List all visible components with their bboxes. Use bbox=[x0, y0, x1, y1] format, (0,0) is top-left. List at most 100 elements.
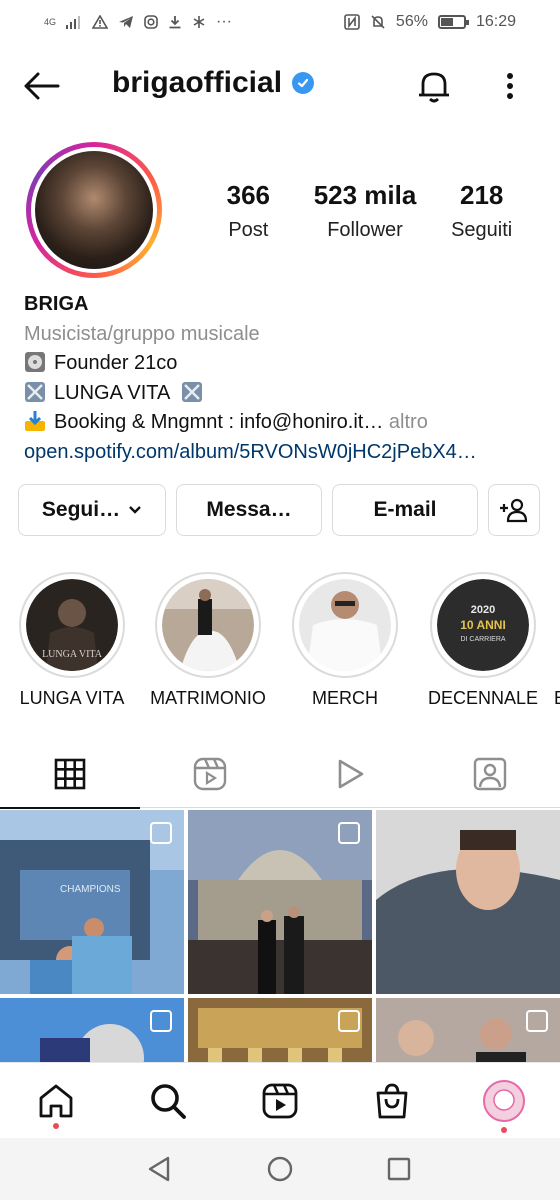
highlight-cover: 2020 10 ANNI DI CARRIERA bbox=[437, 579, 529, 671]
follow-button-label: Segui… bbox=[41, 498, 121, 521]
stat-label: Follower bbox=[327, 219, 403, 241]
tagged-icon bbox=[473, 757, 507, 791]
highlight-label: LUNGA VITA bbox=[19, 688, 125, 708]
highlight-cover bbox=[162, 579, 254, 671]
profile-avatar bbox=[35, 151, 153, 269]
chevron-down-icon bbox=[129, 506, 141, 514]
back-arrow-icon[interactable] bbox=[22, 68, 62, 104]
highlight-cover-text: DI CARRIERA bbox=[460, 636, 505, 643]
add-person-icon bbox=[500, 498, 528, 523]
crossed-swords-icon bbox=[181, 381, 202, 402]
message-button-label: Messa… bbox=[206, 498, 292, 521]
profile-bio: BRIGA Musicista/gruppo musicale Founder … bbox=[24, 290, 544, 467]
stat-label: Seguiti bbox=[451, 219, 513, 241]
profile-avatar-story-ring[interactable] bbox=[26, 142, 162, 278]
multi-post-icon bbox=[338, 822, 360, 844]
system-navigation-bar bbox=[0, 1138, 560, 1200]
highlight-partial[interactable]: B bbox=[554, 572, 560, 709]
highlight-merch[interactable]: MERCH bbox=[280, 572, 410, 709]
highlight-lunga-vita[interactable]: LUNGA VITA LUNGA VITA bbox=[7, 572, 137, 709]
tab-posts-grid[interactable] bbox=[0, 740, 140, 809]
signal-icon bbox=[66, 16, 81, 29]
suggested-accounts-button[interactable] bbox=[488, 484, 540, 536]
status-bar: 4G ··· 56% 16:29 bbox=[0, 0, 560, 44]
follow-dropdown-button[interactable]: Segui… bbox=[18, 484, 166, 536]
posts-grid: CHAMPIONS bbox=[0, 810, 560, 1062]
stat-value: 523 mila bbox=[313, 180, 417, 210]
search-icon bbox=[151, 1084, 186, 1119]
download-status-icon bbox=[169, 16, 181, 29]
bio-line: Founder 21co bbox=[24, 349, 544, 379]
grid-icon bbox=[54, 758, 86, 790]
warning-icon bbox=[92, 15, 109, 29]
video-icon bbox=[338, 759, 364, 789]
bio-line: LUNGA VITA bbox=[24, 379, 544, 409]
profile-notification-dot bbox=[501, 1127, 507, 1133]
message-button[interactable]: Messa… bbox=[176, 484, 322, 536]
stat-followers[interactable]: 523 mila Follower bbox=[307, 180, 424, 242]
multi-post-icon bbox=[150, 1010, 172, 1032]
grid-post[interactable] bbox=[376, 810, 560, 994]
highlight-cover: LUNGA VITA bbox=[26, 579, 118, 671]
bio-more-link[interactable]: altro bbox=[389, 411, 428, 433]
tab-reels[interactable] bbox=[140, 740, 280, 808]
profile-username: brigaofficial bbox=[112, 66, 315, 100]
system-home-button[interactable] bbox=[263, 1152, 297, 1186]
triangle-back-icon bbox=[148, 1156, 170, 1182]
tab-tagged[interactable] bbox=[420, 740, 560, 808]
email-button[interactable]: E-mail bbox=[332, 484, 478, 536]
network-type: 4G bbox=[44, 16, 57, 27]
stat-value: 366 bbox=[226, 180, 271, 210]
circle-home-icon bbox=[267, 1156, 293, 1182]
mute-bell-icon bbox=[371, 15, 385, 29]
square-recents-icon bbox=[387, 1157, 411, 1181]
grid-post[interactable] bbox=[0, 998, 184, 1062]
highlight-label: B bbox=[554, 688, 560, 709]
download-arrow-icon bbox=[25, 411, 45, 431]
grid-post[interactable]: CHAMPIONS bbox=[0, 810, 184, 994]
nav-search[interactable] bbox=[144, 1077, 192, 1125]
profile-avatar bbox=[483, 1080, 525, 1122]
grid-post[interactable] bbox=[376, 998, 560, 1062]
post-overlay-text: CHAMPIONS bbox=[60, 884, 121, 895]
battery-percent: 56% bbox=[395, 13, 428, 30]
options-menu-icon[interactable] bbox=[494, 68, 526, 104]
tab-videos[interactable] bbox=[280, 740, 420, 808]
cd-icon bbox=[25, 352, 45, 372]
profile-tabs bbox=[0, 740, 560, 809]
highlight-cover bbox=[299, 579, 391, 671]
nav-home[interactable] bbox=[32, 1077, 80, 1129]
highlight-label: DECENNALE bbox=[427, 688, 539, 708]
clock: 16:29 bbox=[475, 13, 516, 30]
notification-bell-icon[interactable] bbox=[414, 66, 454, 106]
system-back-button[interactable] bbox=[142, 1152, 176, 1186]
nfc-icon bbox=[344, 14, 360, 30]
pinwheel-icon bbox=[193, 16, 205, 28]
multi-post-icon bbox=[338, 1010, 360, 1032]
system-recents-button[interactable] bbox=[382, 1152, 416, 1186]
grid-post[interactable] bbox=[188, 810, 372, 994]
highlight-cover-text: 2020 bbox=[471, 604, 495, 616]
profile-website-link[interactable]: open.spotify.com/album/5RVONsW0jHC2jPebX… bbox=[24, 438, 544, 468]
nav-shop[interactable] bbox=[368, 1077, 416, 1125]
profile-category: Musicista/gruppo musicale bbox=[24, 322, 260, 345]
highlight-decennale[interactable]: 2020 10 ANNI DI CARRIERA DECENNALE bbox=[418, 572, 548, 709]
stat-posts[interactable]: 366 Post bbox=[190, 180, 307, 242]
stat-following[interactable]: 218 Seguiti bbox=[423, 180, 540, 242]
telegram-icon bbox=[119, 16, 134, 28]
more-notifications: ··· bbox=[216, 13, 232, 30]
bio-line: Booking & Mngmnt : info@honiro.it… altro bbox=[24, 408, 544, 438]
shop-icon bbox=[376, 1083, 408, 1119]
highlight-matrimonio[interactable]: MATRIMONIO bbox=[143, 572, 273, 709]
verified-badge-icon bbox=[292, 72, 315, 94]
grid-post[interactable] bbox=[188, 998, 372, 1062]
nav-profile[interactable] bbox=[480, 1077, 528, 1133]
nav-reels[interactable] bbox=[256, 1077, 304, 1125]
home-icon bbox=[39, 1084, 73, 1118]
profile-name: BRIGA bbox=[24, 293, 89, 315]
username-text: brigaofficial bbox=[112, 66, 283, 99]
instagram-status-icon bbox=[144, 15, 158, 29]
multi-post-icon bbox=[150, 822, 172, 844]
profile-header: brigaofficial bbox=[0, 56, 560, 116]
battery-icon bbox=[437, 15, 469, 29]
